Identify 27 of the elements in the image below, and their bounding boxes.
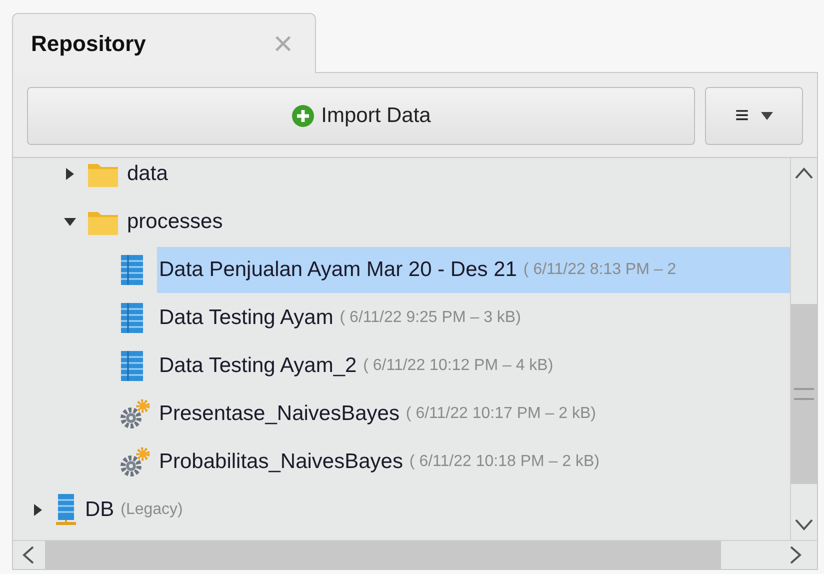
tree-item[interactable]: data <box>125 151 170 197</box>
import-data-button[interactable]: Import Data <box>27 87 695 145</box>
gears-icon <box>119 447 151 477</box>
vertical-scrollbar[interactable] <box>790 158 817 540</box>
tree-item[interactable]: Probabilitas_NaivesBayes ( 6/11/22 10:18 PM – 2 kB) <box>157 439 602 485</box>
tree-item[interactable]: Data Testing Ayam_2 ( 6/11/22 10:12 PM – 4 kB) <box>157 343 556 389</box>
tree-item[interactable]: Presentase_NaivesBayes ( 6/11/22 10:17 PM – 2 kB) <box>157 391 598 437</box>
data-table-icon <box>119 255 145 285</box>
scroll-down-icon[interactable] <box>794 518 814 532</box>
scroll-thumb[interactable] <box>794 388 814 400</box>
horizontal-scrollbar[interactable] <box>13 540 817 569</box>
data-table-icon <box>119 303 145 333</box>
scroll-left-icon[interactable] <box>21 545 35 565</box>
menu-button[interactable]: ≡ <box>705 87 803 145</box>
tree-item[interactable]: processes <box>125 199 225 245</box>
data-table-icon <box>119 351 145 381</box>
tab-title: Repository <box>31 30 146 56</box>
database-icon <box>55 494 77 526</box>
scroll-right-icon[interactable] <box>789 545 803 565</box>
tree-item[interactable]: DB (Legacy) <box>83 487 185 533</box>
tree-item[interactable]: Data Penjualan Ayam Mar 20 - Des 21 ( 6/11/22 8:13 PM – 2 <box>157 247 790 293</box>
caret-icon <box>761 112 773 120</box>
tree-item[interactable]: Data Testing Ayam ( 6/11/22 9:25 PM – 3 kB) <box>157 295 523 341</box>
plus-icon <box>291 104 316 128</box>
scroll-up-icon[interactable] <box>794 166 814 180</box>
repository-tab[interactable]: Repository × <box>12 13 316 73</box>
gears-icon <box>119 399 151 429</box>
